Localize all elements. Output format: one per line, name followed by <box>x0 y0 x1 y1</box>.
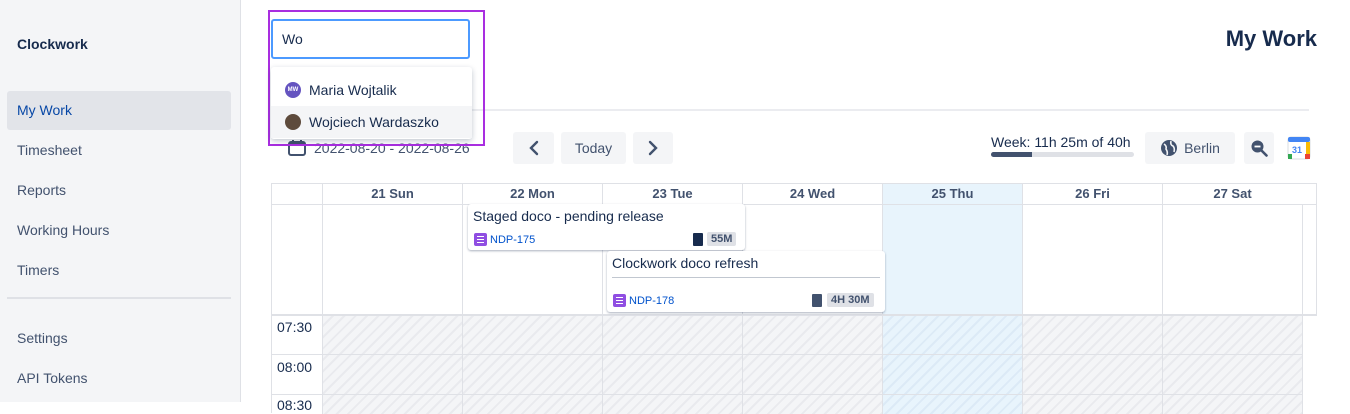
day-header: 24 Wed <box>742 184 882 204</box>
user-avatar: MW <box>285 82 301 98</box>
time-column[interactable] <box>322 314 462 414</box>
allday-cell[interactable] <box>322 204 462 314</box>
hour-gridline <box>272 354 1302 355</box>
time-column[interactable] <box>1022 314 1162 414</box>
allday-gutter <box>272 204 322 314</box>
time-column-today[interactable] <box>882 314 1022 414</box>
user-search-input[interactable]: Wo <box>271 19 470 59</box>
issue-key: NDP-175 <box>490 233 536 246</box>
hour-label: 08:30 <box>277 397 313 413</box>
time-column[interactable] <box>1162 314 1302 414</box>
user-option-name: Wojciech Wardaszko <box>309 114 439 130</box>
globe-icon <box>1161 140 1178 156</box>
week-progress-fill <box>991 152 1032 157</box>
time-column[interactable] <box>602 314 742 414</box>
day-header: 21 Sun <box>322 184 462 204</box>
day-header: 23 Tue <box>602 184 742 204</box>
week-summary: Week: 11h 25m of 40h <box>991 134 1131 150</box>
time-scroll-gutter <box>1302 314 1317 414</box>
event-issue-link[interactable]: NDP-178 <box>613 294 674 307</box>
allday-cell-today[interactable] <box>882 204 1022 314</box>
app-name: Clockwork <box>17 36 88 52</box>
document-icon <box>693 233 703 246</box>
sidebar: Clockwork My Work Timesheet Reports Work… <box>0 0 241 402</box>
hour-label: 08:00 <box>277 359 313 375</box>
zoom-out-icon <box>1251 140 1268 157</box>
sidebar-item-settings[interactable]: Settings <box>7 319 231 358</box>
sidebar-item-working-hours[interactable]: Working Hours <box>7 211 231 250</box>
worklog-event[interactable]: Staged doco - pending release NDP-175 55… <box>468 204 745 250</box>
user-option-name: Maria Wojtalik <box>309 82 397 98</box>
page-title: My Work <box>1225 26 1317 51</box>
sidebar-item-api-tokens[interactable]: API Tokens <box>7 359 231 398</box>
day-header: 22 Mon <box>462 184 602 204</box>
hour-label: 07:30 <box>277 319 313 335</box>
time-column[interactable] <box>462 314 602 414</box>
today-button[interactable]: Today <box>561 132 626 164</box>
sidebar-divider <box>7 297 231 299</box>
google-calendar-button[interactable]: 31 <box>1283 132 1315 164</box>
worklog-event[interactable]: Clockwork doco refresh NDP-178 4H 30M <box>607 251 885 312</box>
user-search-dropdown: MW Maria Wojtalik Wojciech Wardaszko <box>271 67 472 139</box>
google-calendar-icon: 31 <box>1287 136 1311 160</box>
user-option-highlighted[interactable]: Wojciech Wardaszko <box>271 106 472 138</box>
chevron-right-icon <box>648 140 658 156</box>
story-icon <box>474 233 487 246</box>
prev-week-button[interactable] <box>513 132 554 164</box>
google-calendar-icon-text: 31 <box>1292 145 1302 155</box>
issue-key: NDP-178 <box>629 294 675 307</box>
day-header-today: 25 Thu <box>882 184 1022 204</box>
week-progress-bar <box>991 152 1134 157</box>
event-title: Clockwork doco refresh <box>612 255 759 271</box>
timezone-label: Berlin <box>1184 140 1220 156</box>
sidebar-item-timers[interactable]: Timers <box>7 251 231 290</box>
sidebar-item-reports[interactable]: Reports <box>7 171 231 210</box>
sidebar-item-my-work[interactable]: My Work <box>7 91 231 130</box>
allday-cell[interactable] <box>1162 204 1302 314</box>
hour-gridline <box>272 394 1302 395</box>
duration-badge: 4H 30M <box>827 293 874 307</box>
sidebar-item-timesheet[interactable]: Timesheet <box>7 131 231 170</box>
time-gutter: 07:30 08:00 08:30 <box>272 314 322 414</box>
day-header: 26 Fri <box>1022 184 1162 204</box>
next-week-button[interactable] <box>633 132 673 164</box>
document-missing-icon <box>812 294 822 307</box>
day-header: 27 Sat <box>1162 184 1302 204</box>
time-column[interactable] <box>742 314 882 414</box>
event-divider <box>612 277 880 278</box>
user-option[interactable]: MW Maria Wojtalik <box>271 74 472 106</box>
zoom-out-button[interactable] <box>1244 132 1274 164</box>
timezone-button[interactable]: Berlin <box>1145 132 1235 164</box>
duration-badge: 55M <box>707 232 737 246</box>
chevron-left-icon <box>528 140 538 156</box>
event-title: Staged doco - pending release <box>473 208 664 224</box>
event-issue-link[interactable]: NDP-175 <box>474 233 535 246</box>
allday-cell[interactable] <box>1022 204 1162 314</box>
user-avatar <box>285 114 301 130</box>
allday-scroll-gutter <box>1302 204 1317 314</box>
story-icon <box>613 294 626 307</box>
